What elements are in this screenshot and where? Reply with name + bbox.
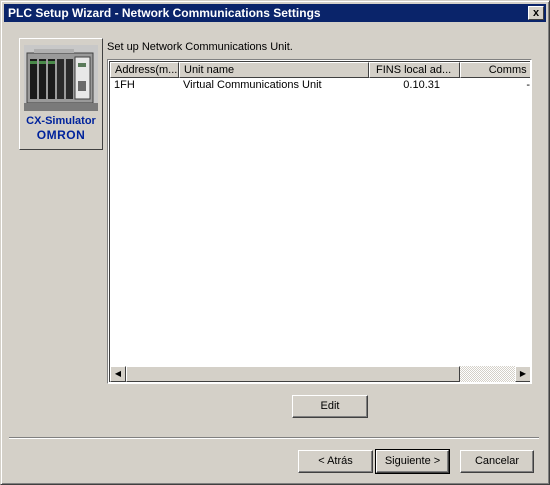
cell-unit-name: Virtual Communications Unit [183, 79, 322, 91]
window-title: PLC Setup Wizard - Network Communication… [8, 6, 321, 20]
network-units-list[interactable]: Address(m... Unit name FINS local ad... … [107, 59, 532, 384]
cell-fins-address: 0.10.31 [403, 79, 440, 91]
scroll-right-button[interactable]: ▶ [515, 366, 530, 382]
close-button[interactable]: x [528, 6, 544, 20]
brand-name: OMRON [36, 128, 86, 142]
next-button[interactable]: Siguiente > [375, 449, 450, 474]
back-button[interactable]: < Atrás [298, 450, 373, 473]
product-name: CX-Simulator [26, 115, 96, 127]
cancel-button[interactable]: Cancelar [460, 450, 534, 473]
arrow-right-icon: ▶ [519, 369, 527, 378]
scrollbar-thumb[interactable] [126, 366, 460, 382]
cell-comms: - [526, 79, 530, 91]
scrollbar-track[interactable] [460, 366, 515, 382]
cell-address: 1FH [114, 79, 135, 91]
column-header-unit-name[interactable]: Unit name [179, 62, 369, 78]
column-header-comms[interactable]: Comms S [460, 62, 530, 78]
edit-button-label: Edit [320, 400, 340, 412]
horizontal-scrollbar[interactable]: ◀ ▶ [110, 366, 530, 382]
close-icon: x [532, 7, 540, 19]
next-button-label: Siguiente > [384, 455, 441, 467]
edit-button[interactable]: Edit [292, 395, 368, 418]
separator [9, 437, 539, 439]
scroll-left-button[interactable]: ◀ [110, 366, 126, 382]
cx-simulator-logo: CX-Simulator OMRON [19, 38, 103, 150]
cancel-button-label: Cancelar [474, 455, 520, 467]
column-header-address[interactable]: Address(m... [110, 62, 179, 78]
plc-hardware-icon [24, 45, 98, 111]
wizard-window: PLC Setup Wizard - Network Communication… [0, 0, 550, 485]
instruction-text: Set up Network Communications Unit. [107, 41, 293, 53]
arrow-left-icon: ◀ [114, 369, 122, 378]
column-header-fins-local-address[interactable]: FINS local ad... [369, 62, 460, 78]
title-bar[interactable]: PLC Setup Wizard - Network Communication… [4, 4, 546, 22]
back-button-label: < Atrás [318, 455, 353, 467]
